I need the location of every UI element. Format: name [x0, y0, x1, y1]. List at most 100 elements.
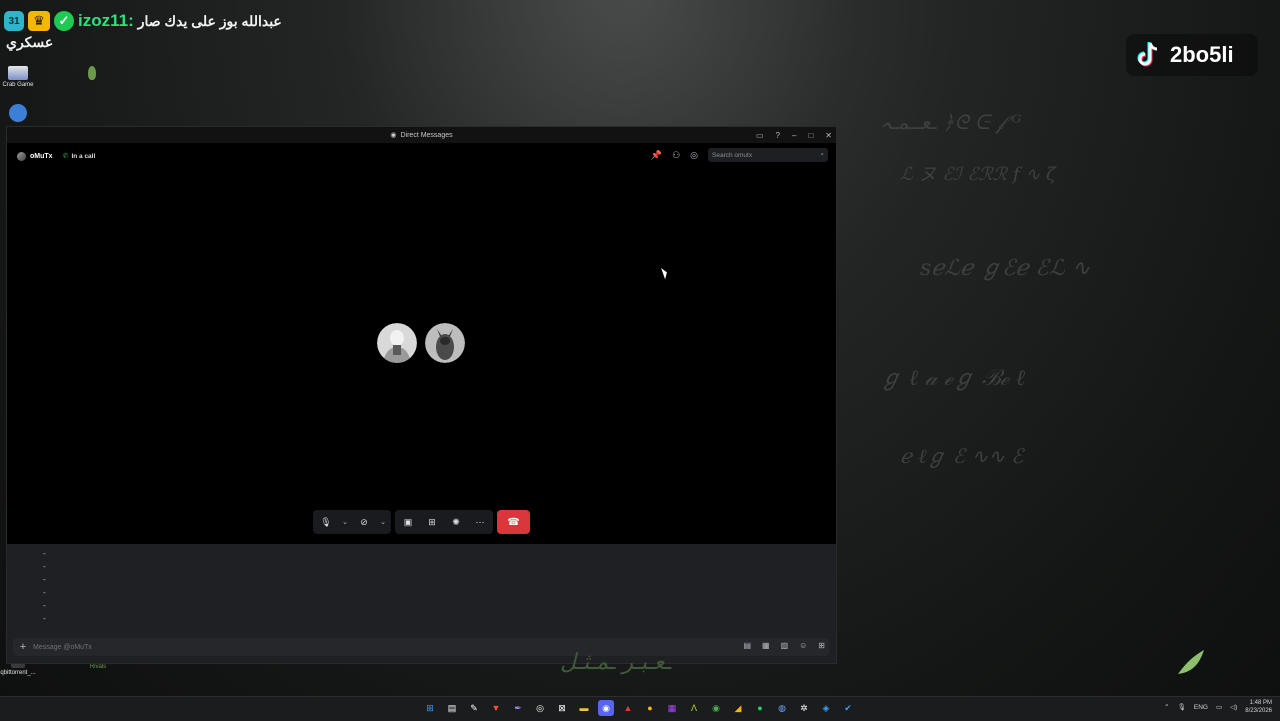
dm-username[interactable]: oMuTx	[30, 153, 53, 160]
brave-icon[interactable]: ▼	[488, 700, 504, 716]
phone-icon: ✆	[62, 153, 69, 160]
language-indicator[interactable]: ENG	[1194, 704, 1208, 711]
inbox-icon[interactable]: ▭	[756, 131, 764, 140]
profile-icon[interactable]: ◎	[690, 150, 698, 161]
app-icon	[9, 104, 27, 122]
call-controls: 🎙 ⌄ ⊘ ⌄ ▣ ⊞ ✺ ⋯ ☎	[313, 510, 530, 534]
terminal-icon[interactable]: ▤	[444, 700, 460, 716]
disconnect-button[interactable]: ☎	[497, 510, 530, 534]
taskbar: ⊞ ▤ ✎ ▼ ✒ ◎ ⊠ ▬ ◉ ▲ ● ▦ Λ ◉ ◢ ● ◍ ✲ ◈ ✔ …	[0, 696, 1280, 721]
leaf-icon	[1178, 650, 1204, 674]
stream-chat-overlay: 31 ♛ ✓ izoz11: عبدالله بوز على يدك صار ع…	[4, 8, 304, 51]
help-icon[interactable]: ?	[776, 131, 780, 140]
app-icon[interactable]: ●	[642, 700, 658, 716]
hang-up-icon: ☎	[507, 516, 520, 528]
chat-line: -	[43, 549, 46, 558]
chat-line: -	[43, 601, 46, 610]
app-icon[interactable]: ◢	[730, 700, 746, 716]
desktop-icon-label: Rivals	[89, 664, 107, 670]
crab-game-icon	[8, 66, 28, 80]
participant-avatar[interactable]	[425, 323, 465, 363]
apps-icon[interactable]: ⊞	[818, 641, 825, 650]
desktop-icon-app[interactable]	[0, 104, 36, 124]
tiktok-watermark: 2bo5li	[1126, 34, 1258, 76]
chrome-icon[interactable]: ◉	[708, 700, 724, 716]
chat-line: -	[43, 614, 46, 623]
app-icon[interactable]: Λ	[686, 700, 702, 716]
header-actions: 📌 ⚇ ◎ Search omutx ⌕	[651, 148, 828, 162]
spotify-icon[interactable]: ●	[752, 700, 768, 716]
gift-icon[interactable]: ▤	[743, 641, 751, 650]
chat-message-text: عبدالله بوز على يدك صار	[137, 12, 282, 29]
desktop-icon-rivals[interactable]: Rivals	[80, 664, 116, 670]
microphone-icon[interactable]: 🎙	[1178, 703, 1186, 711]
clock-time: 1:48 PM	[1249, 700, 1272, 706]
display-icon[interactable]: ▭	[1216, 703, 1222, 711]
chevron-down-icon[interactable]: ⌄	[379, 518, 387, 526]
add-friends-icon[interactable]: ⚇	[672, 150, 680, 161]
steam-icon[interactable]: ✔	[840, 700, 856, 716]
chat-line: -	[43, 588, 46, 597]
desktop-icon-label: Crab Game	[2, 82, 34, 88]
more-icon[interactable]: ⋯	[471, 513, 489, 531]
close-button[interactable]: ✕	[825, 131, 832, 140]
search-input[interactable]: Search omutx ⌕	[708, 148, 828, 162]
search-placeholder: Search omutx	[712, 151, 753, 159]
message-input[interactable]: + Message @oMuTx ▤ ▦ ▧ ☺ ⊞	[13, 638, 829, 656]
activity-controls: ▣ ⊞ ✺ ⋯	[395, 510, 493, 534]
github-icon[interactable]: ◎	[532, 700, 548, 716]
subscriber-badge: 31	[4, 11, 24, 31]
minimize-button[interactable]: –	[792, 131, 796, 140]
settings-icon[interactable]: ✲	[796, 700, 812, 716]
background-scribble: ـعــمـہ ﴿ᘓ ᕮ 𝒻 ᴳ	[880, 110, 1022, 134]
background-scribble: ℯ ℓℊ ℰ ∿∿ ℰ	[900, 444, 1024, 468]
app-icon[interactable]: ▦	[664, 700, 680, 716]
sticker-icon[interactable]: ▧	[781, 641, 789, 650]
emoji-icon[interactable]: ☺	[799, 641, 807, 650]
camera-off-icon[interactable]: ⊘	[355, 513, 373, 531]
file-explorer-icon[interactable]: ▬	[576, 700, 592, 716]
chevron-up-icon[interactable]: ⌃	[1164, 703, 1169, 711]
tiktok-handle: 2bo5li	[1170, 42, 1234, 67]
avatar[interactable]	[17, 151, 26, 161]
background-scribble: ℒ ヌ ℰℐ ℰℛℛ 𝑓 ∿ ζ	[900, 164, 1056, 185]
clock-date: 8/23/2026	[1245, 708, 1272, 714]
gif-icon[interactable]: ▦	[762, 641, 770, 650]
participant-avatar[interactable]	[377, 323, 417, 363]
app-icon[interactable]: ▲	[620, 700, 636, 716]
crown-icon: ♛	[28, 11, 50, 31]
pin-icon[interactable]: 📌	[651, 150, 662, 161]
system-tray: ⌃ 🎙 ENG ▭ ◁) 1:48 PM 8/23/2026	[1164, 699, 1272, 715]
call-area: 🎙 ⌄ ⊘ ⌄ ▣ ⊞ ✺ ⋯ ☎	[7, 169, 836, 545]
tiktok-icon	[1132, 39, 1164, 71]
windows-start-icon[interactable]: ⊞	[422, 700, 438, 716]
chat-username: izoz11:	[78, 11, 134, 30]
volume-icon[interactable]: ◁)	[1230, 703, 1237, 711]
screen-share-icon[interactable]: ▣	[399, 513, 417, 531]
chat-dashes: - - - - - -	[43, 547, 46, 625]
desktop-icon-crab-game[interactable]: Crab Game	[0, 66, 36, 88]
notepad-icon[interactable]: ✎	[466, 700, 482, 716]
attach-icon[interactable]: +	[13, 641, 33, 653]
app-icon[interactable]: ⊠	[554, 700, 570, 716]
chat-area: - - - - - - + Message @oMuTx ▤ ▦ ▧ ☺ ⊞	[7, 544, 836, 663]
clock[interactable]: 1:48 PM 8/23/2026	[1245, 699, 1272, 715]
chat-message: 31 ♛ ✓ izoz11: عبدالله بوز على يدك صار	[4, 8, 304, 34]
browser-icon[interactable]: ◍	[774, 700, 790, 716]
discord-window: ◉ Direct Messages ▭ ? – □ ✕ oMuTx ✆ In a…	[6, 126, 837, 664]
microphone-icon[interactable]: 🎙	[317, 513, 335, 531]
discord-icon[interactable]: ◉	[598, 700, 614, 716]
soundboard-icon[interactable]: ✺	[447, 513, 465, 531]
window-controls: ▭ ? – □ ✕	[756, 127, 832, 143]
call-status: In a call	[71, 152, 96, 160]
taskbar-apps: ⊞ ▤ ✎ ▼ ✒ ◎ ⊠ ▬ ◉ ▲ ● ▦ Λ ◉ ◢ ● ◍ ✲ ◈ ✔	[422, 700, 856, 716]
window-titlebar[interactable]: ◉ Direct Messages ▭ ? – □ ✕	[7, 127, 836, 143]
app-icon[interactable]: ◈	[818, 700, 834, 716]
discord-icon: ◉	[390, 132, 397, 139]
maximize-button[interactable]: □	[808, 131, 813, 140]
verified-icon: ✓	[54, 11, 74, 31]
chevron-down-icon[interactable]: ⌄	[341, 518, 349, 526]
pen-icon[interactable]: ✒	[510, 700, 526, 716]
activities-icon[interactable]: ⊞	[423, 513, 441, 531]
desktop-icon-label: qbittorrent_...	[0, 670, 36, 676]
